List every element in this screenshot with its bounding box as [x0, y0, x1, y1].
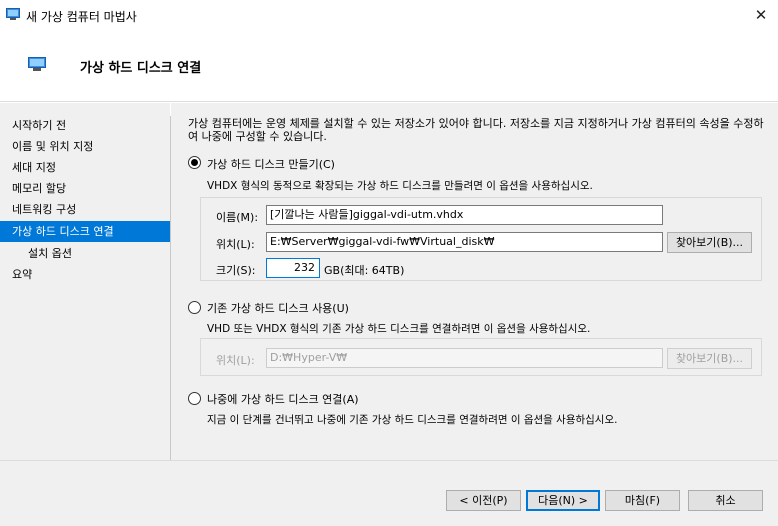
nav-item-networking[interactable]: 네트워킹 구성	[0, 199, 170, 220]
existing-location-label: 위치(L):	[216, 354, 255, 367]
attach-later-radio[interactable]	[188, 392, 201, 405]
wizard-steps-nav: 시작하기 전 이름 및 위치 지정 세대 지정 메모리 할당 네트워킹 구성 가…	[0, 103, 170, 460]
nav-item-install-options[interactable]: 설치 옵션	[0, 243, 170, 264]
close-icon[interactable]: ✕	[744, 0, 778, 30]
use-existing-vhd-label[interactable]: 기존 가상 하드 디스크 사용(U)	[207, 300, 349, 316]
main-content: 가상 컴퓨터에는 운영 체제를 설치할 수 있는 저장소가 있어야 합니다. 저…	[171, 103, 778, 460]
use-existing-vhd-radio[interactable]	[188, 301, 201, 314]
size-label: 크기(S):	[216, 264, 256, 277]
page-header: 가상 하드 디스크 연결	[0, 30, 778, 102]
vhd-size-input[interactable]: 232	[266, 258, 320, 278]
nav-item-generation[interactable]: 세대 지정	[0, 157, 170, 178]
window-title: 새 가상 컴퓨터 마법사	[26, 10, 137, 24]
vhd-location-input[interactable]: E:₩Server₩giggal-vdi-fw₩Virtual_disk₩	[266, 232, 663, 252]
nav-item-name-location[interactable]: 이름 및 위치 지정	[0, 136, 170, 157]
monitor-icon	[6, 8, 20, 20]
location-label: 위치(L):	[216, 238, 255, 251]
next-button[interactable]: 다음(N) >	[526, 490, 600, 511]
cancel-button[interactable]: 취소	[688, 490, 763, 511]
name-label: 이름(M):	[216, 211, 259, 224]
nav-item-before-you-begin[interactable]: 시작하기 전	[0, 115, 170, 136]
monitor-icon	[28, 57, 46, 71]
finish-button[interactable]: 마침(F)	[605, 490, 680, 511]
nav-item-memory[interactable]: 메모리 할당	[0, 178, 170, 199]
attach-later-label[interactable]: 나중에 가상 하드 디스크 연결(A)	[207, 391, 359, 407]
create-vhd-radio[interactable]	[188, 156, 201, 169]
vhd-name-input[interactable]: [기깔나는 사람들]giggal-vdi-utm.vhdx	[266, 205, 663, 225]
nav-item-summary[interactable]: 요약	[0, 264, 170, 285]
create-vhd-label[interactable]: 가상 하드 디스크 만들기(C)	[207, 156, 335, 172]
create-vhd-desc: VHDX 형식의 동적으로 확장되는 가상 하드 디스크를 만들려면 이 옵션을…	[207, 180, 593, 192]
wizard-footer: < 이전(P) 다음(N) > 마침(F) 취소	[0, 460, 778, 526]
existing-location-input[interactable]: D:₩Hyper-V₩	[266, 348, 663, 368]
previous-button[interactable]: < 이전(P)	[446, 490, 521, 511]
existing-browse-button[interactable]: 찾아보기(B)...	[667, 348, 752, 369]
use-existing-vhd-desc: VHD 또는 VHDX 형식의 기존 가상 하드 디스크를 연결하려면 이 옵션…	[207, 323, 591, 335]
intro-text: 가상 컴퓨터에는 운영 체제를 설치할 수 있는 저장소가 있어야 합니다. 저…	[188, 117, 764, 143]
page-title: 가상 하드 디스크 연결	[80, 61, 202, 76]
size-unit-label: GB(최대: 64TB)	[324, 264, 405, 277]
browse-button[interactable]: 찾아보기(B)...	[667, 232, 752, 253]
nav-item-connect-vhd[interactable]: 가상 하드 디스크 연결	[0, 221, 170, 242]
title-bar: 새 가상 컴퓨터 마법사 ✕	[0, 0, 778, 30]
attach-later-desc: 지금 이 단계를 건너뛰고 나중에 기존 가상 하드 디스크를 연결하려면 이 …	[207, 414, 618, 426]
